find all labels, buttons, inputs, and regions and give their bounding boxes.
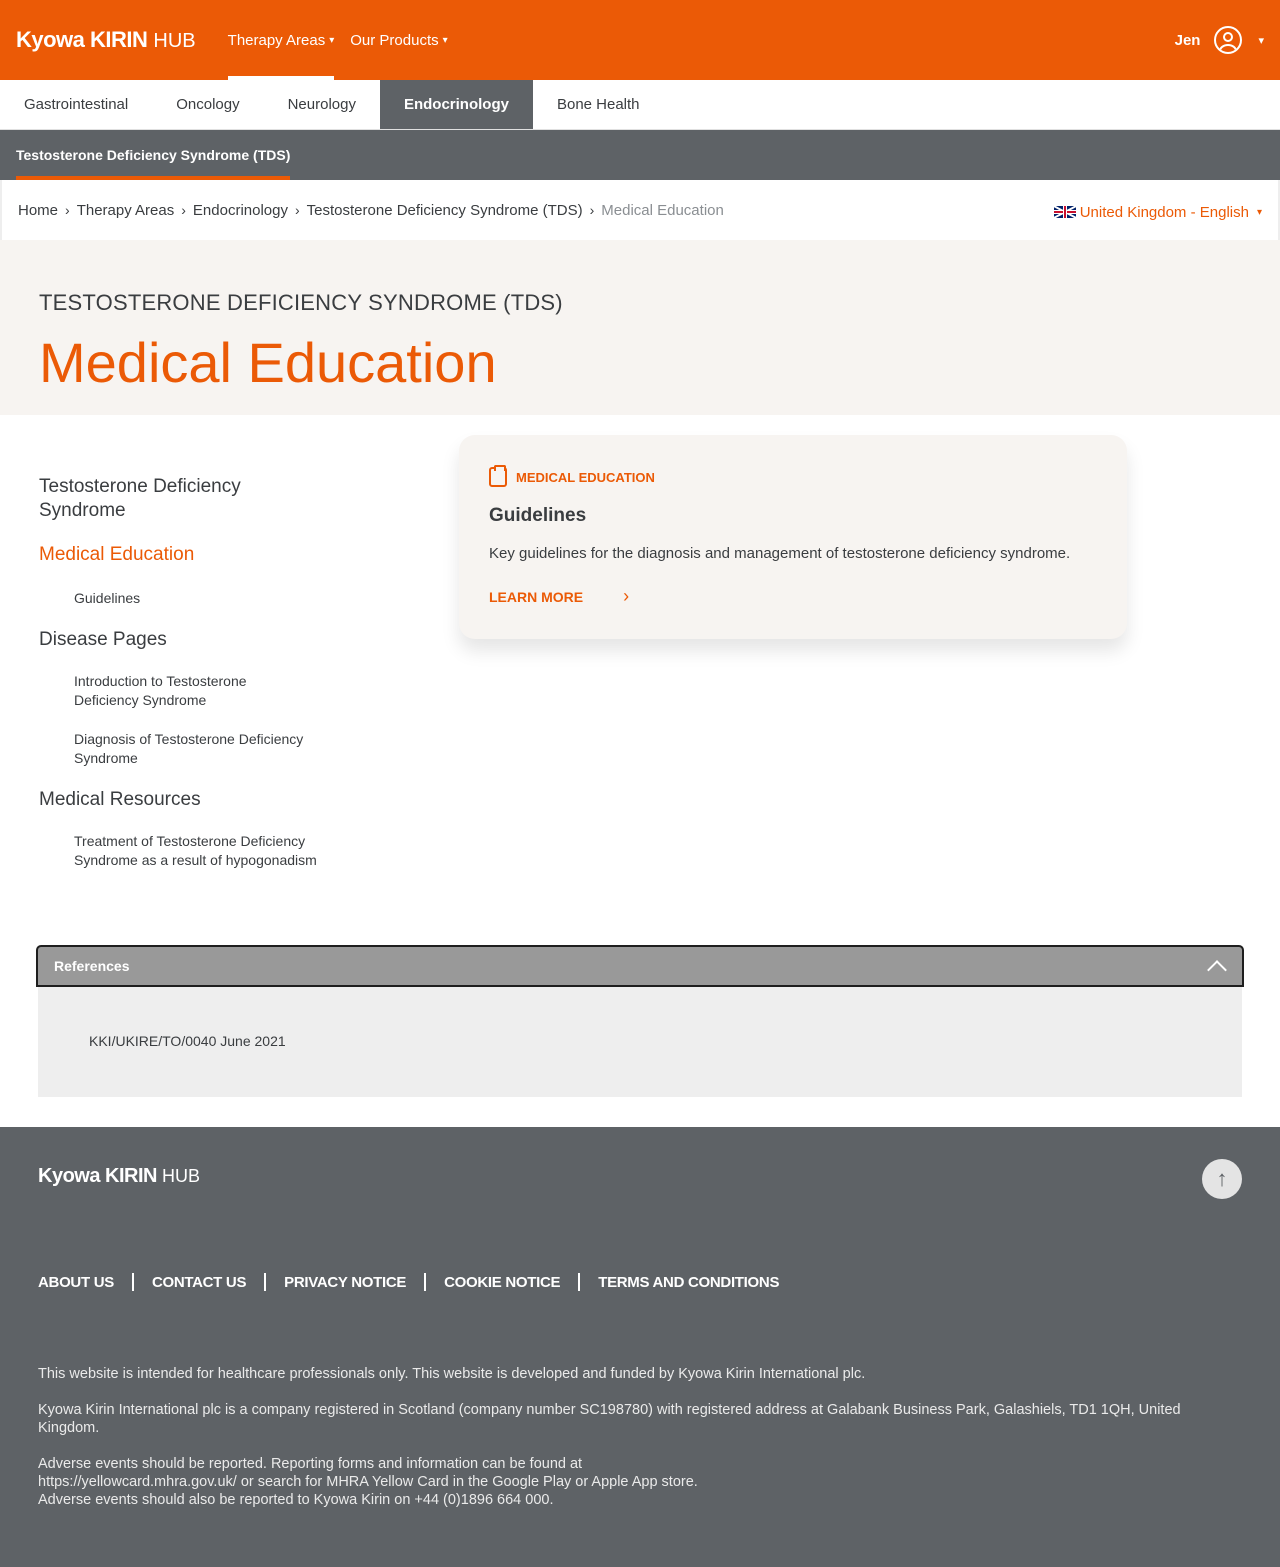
- sidenav-section-tds[interactable]: Testosterone Deficiency Syndrome: [39, 475, 249, 523]
- chevron-down-icon: ▾: [1256, 206, 1262, 218]
- page-eyebrow: TESTOSTERONE DEFICIENCY SYNDROME (TDS): [39, 290, 563, 315]
- tab-oncology[interactable]: Oncology: [152, 80, 263, 129]
- breadcrumb-therapy-areas[interactable]: Therapy Areas: [77, 202, 175, 219]
- primary-nav: Therapy Areas ▾ Our Products ▾: [227, 0, 464, 80]
- reference-code: KKI/UKIRE/TO/0040 June 2021: [89, 1033, 286, 1049]
- guidelines-card[interactable]: MEDICAL EDUCATION Guidelines Key guideli…: [459, 435, 1127, 639]
- card-category: MEDICAL EDUCATION: [489, 465, 1097, 487]
- sidenav-item-guidelines[interactable]: Guidelines: [74, 589, 334, 608]
- tab-bone-health[interactable]: Bone Health: [533, 80, 664, 129]
- footer-hcp-notice: This website is intended for healthcare …: [38, 1366, 866, 1382]
- footer-adverse-events-contact: Adverse events should also be reported t…: [38, 1492, 554, 1508]
- chevron-right-icon: ›: [65, 202, 70, 218]
- logo-hub: HUB: [153, 30, 196, 52]
- kyowa-kirin-hub-logo[interactable]: Kyowa KIRIN HUB: [16, 27, 196, 53]
- footer-adverse-events: Adverse events should be reported. Repor…: [38, 1456, 698, 1490]
- user-name: Jen: [1174, 31, 1201, 49]
- footer-company-info: Kyowa Kirin International plc is a compa…: [38, 1402, 1181, 1436]
- sidenav-item-diagnosis[interactable]: Diagnosis of Testosterone Deficiency Syn…: [74, 730, 334, 768]
- nav-our-products-label: Our Products: [350, 31, 439, 49]
- chevron-right-icon: ›: [623, 586, 630, 606]
- chevron-right-icon: ›: [294, 202, 300, 218]
- tab-neurology[interactable]: Neurology: [264, 80, 380, 129]
- back-to-top-button[interactable]: ↑: [1202, 1159, 1242, 1199]
- footer-logo-brand: Kyowa KIRIN: [38, 1165, 157, 1187]
- condition-subnav: Testosterone Deficiency Syndrome (TDS): [0, 130, 1280, 180]
- references-toggle[interactable]: References: [36, 945, 1244, 987]
- footer-link-privacy-notice[interactable]: PRIVACY NOTICE: [284, 1274, 406, 1291]
- footer-link-cookie-notice[interactable]: COOKIE NOTICE: [444, 1274, 560, 1291]
- site-footer: Kyowa KIRIN HUB ↑ ABOUT US CONTACT US PR…: [0, 1127, 1280, 1567]
- footer-logo[interactable]: Kyowa KIRIN HUB: [38, 1165, 200, 1188]
- footer-divider: [578, 1273, 581, 1291]
- breadcrumb-bar: Home › Therapy Areas › Endocrinology › T…: [0, 180, 1280, 240]
- page-title: Medical Education: [39, 331, 497, 394]
- clipboard-icon: [489, 465, 507, 487]
- learn-more-link[interactable]: LEARN MORE ›: [489, 586, 639, 607]
- top-header: Kyowa KIRIN HUB Therapy Areas ▾ Our Prod…: [0, 0, 1280, 80]
- nav-our-products[interactable]: Our Products ▾: [350, 0, 447, 80]
- tab-endocrinology[interactable]: Endocrinology: [379, 80, 533, 129]
- chevron-right-icon: ›: [589, 202, 595, 218]
- tab-gastrointestinal[interactable]: Gastrointestinal: [0, 80, 152, 129]
- footer-logo-hub: HUB: [161, 1166, 200, 1186]
- nav-therapy-areas[interactable]: Therapy Areas ▾: [227, 0, 335, 80]
- card-description: Key guidelines for the diagnosis and man…: [489, 545, 1071, 562]
- chevron-down-icon[interactable]: ▾: [1258, 34, 1264, 47]
- footer-link-terms[interactable]: TERMS AND CONDITIONS: [598, 1274, 779, 1291]
- footer-legal-text: This website is intended for healthcare …: [38, 1365, 1238, 1509]
- chevron-down-icon: ▾: [442, 34, 448, 46]
- therapy-area-tabs: Gastrointestinal Oncology Neurology Endo…: [0, 80, 1280, 130]
- footer-divider: [131, 1273, 134, 1291]
- chevron-right-icon: ›: [181, 202, 186, 218]
- breadcrumb-home[interactable]: Home: [18, 202, 58, 219]
- card-category-label: MEDICAL EDUCATION: [516, 469, 655, 485]
- learn-more-label: LEARN MORE: [489, 588, 584, 605]
- logo-brand: Kyowa KIRIN: [16, 27, 148, 52]
- user-avatar-icon[interactable]: [1214, 26, 1243, 54]
- footer-link-about-us[interactable]: ABOUT US: [38, 1274, 114, 1291]
- main-content: Testosterone Deficiency Syndrome Medical…: [0, 415, 1280, 945]
- footer-link-contact-us[interactable]: CONTACT US: [152, 1274, 247, 1291]
- arrow-up-icon: ↑: [1216, 1166, 1228, 1191]
- breadcrumb: Home › Therapy Areas › Endocrinology › T…: [18, 202, 724, 219]
- page-hero: TESTOSTERONE DEFICIENCY SYNDROME (TDS) M…: [0, 240, 1280, 415]
- locale-selector[interactable]: United Kingdom - English ▾: [1053, 203, 1262, 221]
- user-menu[interactable]: Jen ▾: [1175, 0, 1264, 80]
- breadcrumb-current: Medical Education: [601, 201, 724, 219]
- side-navigation: Testosterone Deficiency Syndrome Medical…: [39, 475, 339, 870]
- nav-therapy-areas-label: Therapy Areas: [227, 31, 326, 49]
- sidenav-item-treatment[interactable]: Treatment of Testosterone Deficiency Syn…: [74, 832, 334, 870]
- locale-label: United Kingdom - English: [1079, 203, 1249, 221]
- subnav-tds[interactable]: Testosterone Deficiency Syndrome (TDS): [16, 130, 291, 180]
- sidenav-section-disease-pages[interactable]: Disease Pages: [39, 628, 339, 652]
- chevron-down-icon: ▾: [329, 34, 335, 46]
- sidenav-section-medical-resources[interactable]: Medical Resources: [39, 788, 339, 812]
- breadcrumb-endocrinology[interactable]: Endocrinology: [193, 202, 288, 219]
- uk-flag-icon: [1053, 206, 1076, 218]
- references-heading: References: [54, 958, 130, 974]
- footer-links: ABOUT US CONTACT US PRIVACY NOTICE COOKI…: [38, 1273, 779, 1291]
- chevron-up-icon[interactable]: [1207, 960, 1227, 980]
- sidenav-section-medical-education[interactable]: Medical Education: [39, 543, 339, 567]
- card-title: Guidelines: [489, 505, 587, 526]
- breadcrumb-tds[interactable]: Testosterone Deficiency Syndrome (TDS): [307, 202, 583, 219]
- footer-divider: [264, 1273, 267, 1291]
- references-body: KKI/UKIRE/TO/0040 June 2021: [38, 987, 1242, 1097]
- references-accordion: References KKI/UKIRE/TO/0040 June 2021: [36, 945, 1244, 1097]
- footer-divider: [424, 1273, 427, 1291]
- sidenav-item-introduction[interactable]: Introduction to Testosterone Deficiency …: [74, 672, 284, 710]
